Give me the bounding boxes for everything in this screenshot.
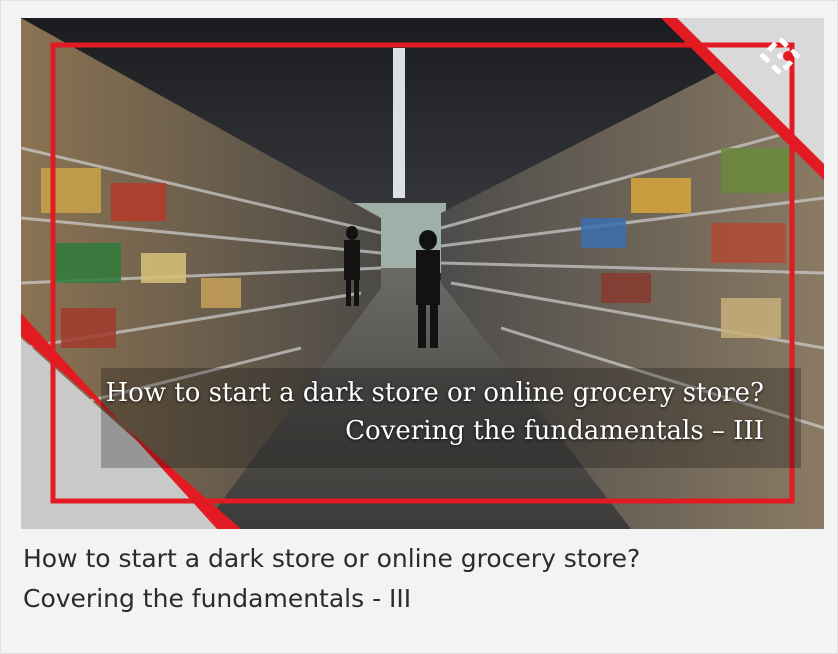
overlay-title-line-1: How to start a dark store or online groc…: [105, 378, 764, 408]
article-thumbnail[interactable]: How to start a dark store or online groc…: [21, 18, 824, 529]
article-title-link[interactable]: How to start a dark store or online groc…: [23, 539, 813, 619]
thumbnail-overlay-title: How to start a dark store or online groc…: [84, 374, 764, 450]
article-title-line-2: Covering the fundamentals - III: [23, 584, 412, 613]
article-card[interactable]: How to start a dark store or online groc…: [0, 0, 838, 654]
brand-logo-icon: [754, 30, 806, 82]
overlay-title-line-2: Covering the fundamentals – III: [345, 416, 764, 446]
article-title-line-1: How to start a dark store or online groc…: [23, 544, 641, 573]
warehouse-aisle-photo: [21, 18, 824, 529]
